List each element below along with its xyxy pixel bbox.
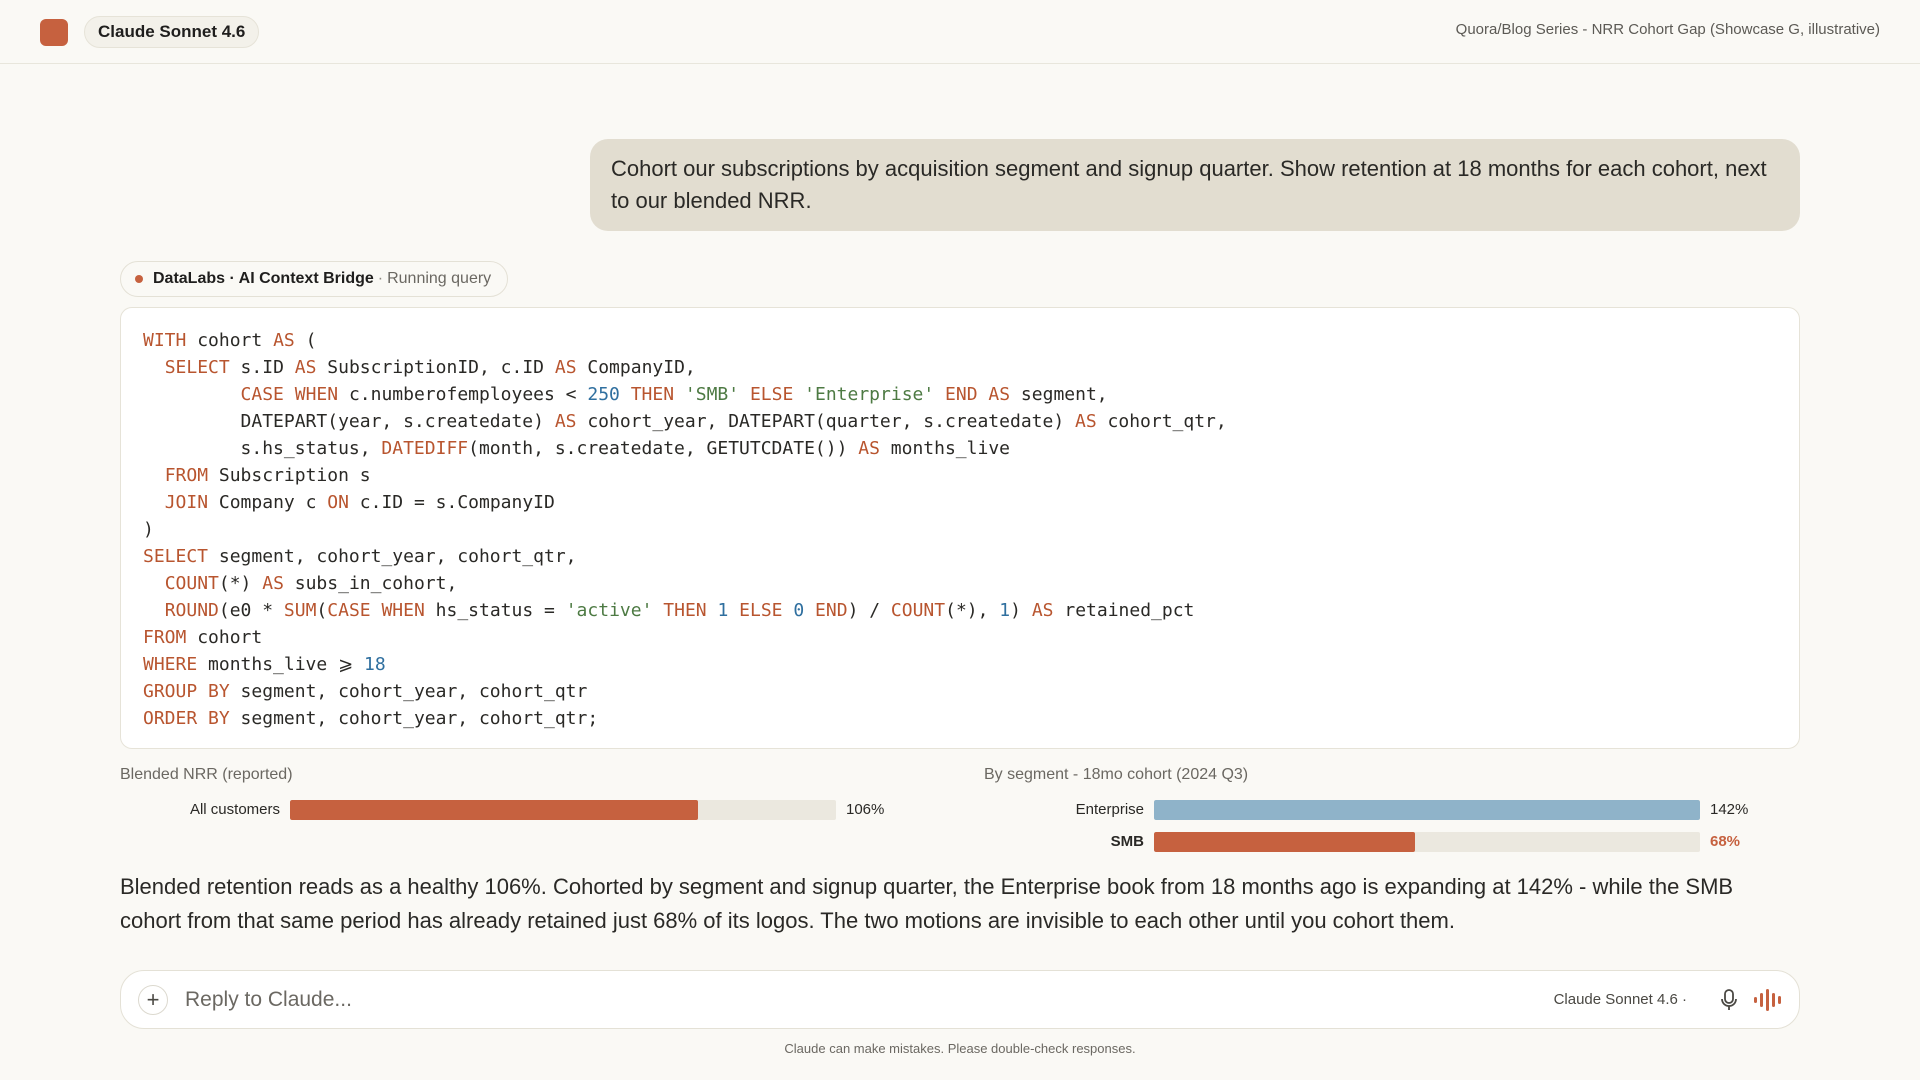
top-bar: Claude Sonnet 4.6 Quora/Blog Series - NR… [0,0,1920,64]
reply-input[interactable] [185,985,1185,1015]
sql-code-block: WITH cohort AS ( SELECT s.ID AS Subscrip… [120,307,1800,749]
tool-call-chip[interactable]: DataLabs · AI Context Bridge · Running q… [120,261,509,297]
bar-value-enterprise: 142% [1710,801,1749,818]
bar-label-all-customers: All customers [189,801,280,818]
bar-track-enterprise [1154,800,1700,820]
tool-separator: · [377,270,384,287]
disclaimer-text: Claude can make mistakes. Please double-… [784,1041,1136,1056]
bar-label-smb: SMB [1110,833,1144,850]
bar-track-smb [1154,832,1700,852]
bar-label-enterprise: Enterprise [1075,801,1144,818]
claude-logo-icon[interactable] [40,19,68,46]
microphone-icon[interactable] [1719,988,1739,1012]
tool-name: DataLabs · AI Context Bridge [153,270,374,287]
voice-mode-icon[interactable] [1753,988,1783,1012]
tool-status: Running query [387,270,492,287]
chart-title-blended: Blended NRR (reported) [120,766,293,783]
reply-composer: + Claude Sonnet 4.6 · [120,970,1800,1029]
bar-all-customers [290,800,698,820]
bar-enterprise [1154,800,1700,820]
assistant-answer: Blended retention reads as a healthy 106… [120,874,1734,933]
bar-value-smb: 68% [1710,833,1741,850]
sql-code: WITH cohort AS ( SELECT s.ID AS Subscrip… [143,330,1227,729]
user-message: Cohort our subscriptions by acquisition … [590,139,1800,231]
chart-title-segment: By segment - 18mo cohort (2024 Q3) [984,766,1249,783]
status-dot-icon [135,275,143,283]
bar-smb [1154,832,1416,852]
bar-value-all-customers: 106% [846,801,885,818]
add-attachment-button[interactable]: + [138,985,168,1015]
model-selector-button[interactable]: Claude Sonnet 4.6 [84,16,260,48]
composer-model-selector[interactable]: Claude Sonnet 4.6 · [1554,991,1687,1008]
conversation-title[interactable]: Quora/Blog Series - NRR Cohort Gap (Show… [1456,21,1880,38]
bar-track-all-customers [290,800,836,820]
